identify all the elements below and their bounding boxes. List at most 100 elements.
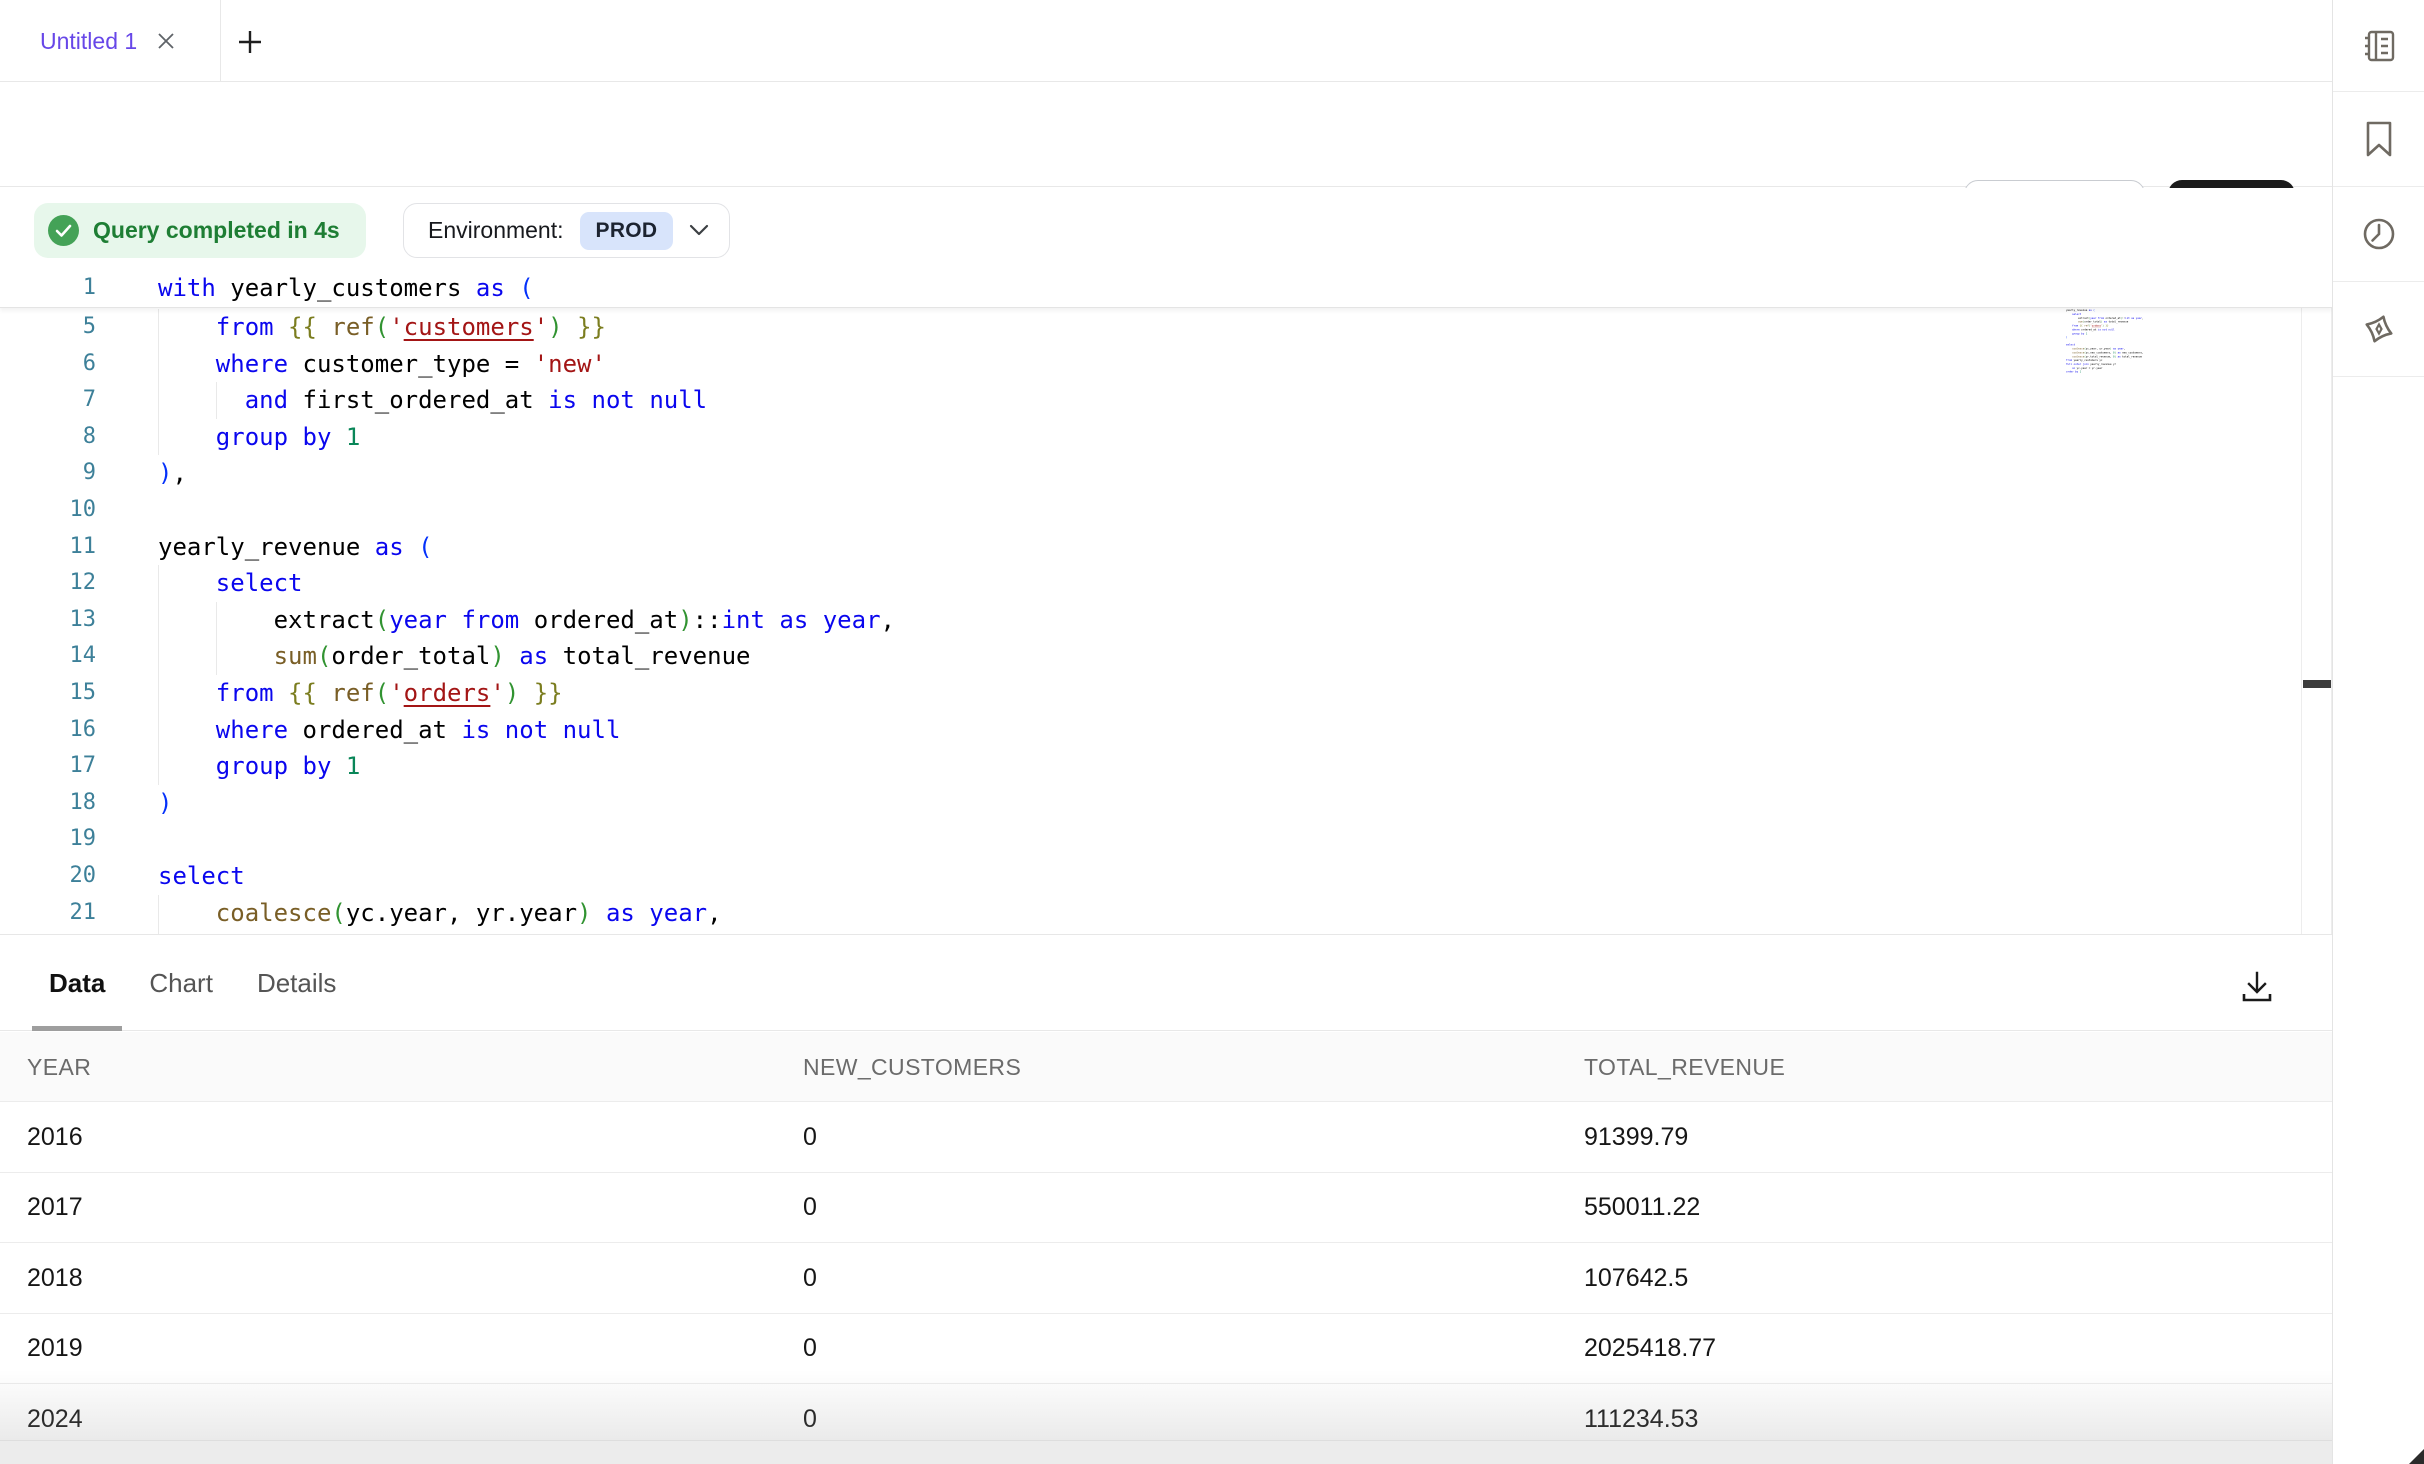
editor-scrollbar-handle[interactable] <box>2303 680 2331 688</box>
line-number: 15 <box>0 675 96 712</box>
line-number: 11 <box>0 529 96 566</box>
main-column: Untitled 1 Develop Run <box>0 0 2332 1464</box>
environment-selector[interactable]: Environment: PROD <box>403 203 730 258</box>
line-number: 12 <box>0 565 96 602</box>
code-line[interactable]: 12 select <box>0 565 2332 602</box>
editor-scrollbar-track[interactable] <box>2301 270 2332 935</box>
code-line[interactable]: 11yearly_revenue as ( <box>0 529 2332 566</box>
code-line[interactable]: 5 from {{ ref('customers') }} <box>0 309 2332 346</box>
line-number: 19 <box>0 821 96 858</box>
environment-value-chip: PROD <box>580 212 674 250</box>
line-number: 14 <box>0 638 96 675</box>
table-cell: 0 <box>803 1173 817 1244</box>
line-number: 22 <box>0 931 96 935</box>
code-line[interactable]: 15 from {{ ref('orders') }} <box>0 675 2332 712</box>
notebook-panel-button[interactable] <box>2333 0 2424 92</box>
line-number: 21 <box>0 895 96 932</box>
results-tab-data[interactable]: Data <box>32 936 122 1031</box>
code-line: order by 1 <box>2066 370 2078 374</box>
code-line[interactable]: 14 sum(order_total) as total_revenue <box>0 638 2332 675</box>
code-line[interactable]: 13 extract(year from ordered_at)::int as… <box>0 602 2332 639</box>
table-horizontal-scrollbar[interactable] <box>0 1440 2332 1464</box>
line-number: 1 <box>0 270 96 307</box>
explore-panel-button[interactable] <box>2333 282 2424 377</box>
code-lines: 5 from {{ ref('customers') }}6 where cus… <box>0 309 2332 935</box>
notebook-icon <box>2359 26 2399 66</box>
history-icon <box>2359 214 2399 254</box>
line-number: 10 <box>0 492 96 529</box>
code-line[interactable]: 9), <box>0 455 2332 492</box>
code-line[interactable]: 7 and first_ordered_at is not null <box>0 382 2332 419</box>
table-cell: 91399.79 <box>1584 1102 1688 1173</box>
table-cell: 2016 <box>27 1102 83 1173</box>
chevron-down-icon <box>689 224 709 237</box>
table-cell: 2024 <box>27 1384 83 1440</box>
table-cell: 0 <box>803 1384 817 1440</box>
line-number: 7 <box>0 382 96 419</box>
window-resize-corner[interactable] <box>2409 1449 2424 1464</box>
table-row: 2016 0 91399.79 <box>0 1102 2332 1173</box>
download-results-icon[interactable] <box>2234 964 2280 1010</box>
line-number: 17 <box>0 748 96 785</box>
column-header: TOTAL_REVENUE <box>1584 1032 1785 1102</box>
results-table-body: 2016091399.7920170550011.2220180107642.5… <box>0 1102 2332 1440</box>
close-tab-icon[interactable] <box>153 28 179 54</box>
table-cell: 550011.22 <box>1584 1173 1700 1244</box>
results-tab-bar: DataChartDetails <box>0 936 2332 1031</box>
table-cell: 2018 <box>27 1243 83 1314</box>
line-number: 8 <box>0 419 96 456</box>
table-row: 2019 0 2025418.77 <box>0 1314 2332 1385</box>
code-line[interactable]: 1with yearly_customers as ( <box>0 270 2332 307</box>
query-status-text: Query completed in 4s <box>93 217 340 244</box>
results-panel: DataChartDetails YEAR NEW_CUSTOMERS TOTAL_… <box>0 936 2332 1464</box>
code-line[interactable]: 22 coalesce(yc.new_customers, 0) as new_… <box>0 931 2332 935</box>
tab-title: Untitled 1 <box>40 28 137 55</box>
results-tab-details[interactable]: Details <box>240 936 353 1031</box>
code-line[interactable]: 21 coalesce(yc.year, yr.year) as year, <box>0 895 2332 932</box>
line-number: 13 <box>0 602 96 639</box>
line-number: 16 <box>0 712 96 749</box>
right-icon-rail <box>2332 0 2424 1464</box>
sticky-scroll-line[interactable]: 1with yearly_customers as ( <box>0 270 2332 308</box>
code-line[interactable]: 20select <box>0 858 2332 895</box>
line-number: 18 <box>0 785 96 822</box>
table-cell: 2017 <box>27 1173 83 1244</box>
table-cell: 2025418.77 <box>1584 1314 1716 1385</box>
table-cell: 0 <box>803 1102 817 1173</box>
table-cell: 107642.5 <box>1584 1243 1688 1314</box>
code-line[interactable]: 6 where customer_type = 'new' <box>0 346 2332 383</box>
code-line[interactable]: 18) <box>0 785 2332 822</box>
sql-code-editor[interactable]: 5 from {{ ref('customers') }}6 where cus… <box>0 270 2332 935</box>
column-header: YEAR <box>27 1032 91 1102</box>
environment-label: Environment: <box>428 217 564 244</box>
table-row: 20180107642.5 <box>0 1243 2332 1314</box>
success-check-icon <box>48 215 79 246</box>
table-cell: 111234.53 <box>1584 1384 1698 1440</box>
line-number: 6 <box>0 346 96 383</box>
code-line[interactable]: 19 <box>0 821 2332 858</box>
table-cell: 0 <box>803 1314 817 1385</box>
editor-minimap[interactable]: with yearly_customers as ( select extrac… <box>2066 270 2184 690</box>
history-panel-button[interactable] <box>2333 187 2424 282</box>
query-status-badge: Query completed in 4s <box>34 203 366 258</box>
code-line[interactable]: 10 <box>0 492 2332 529</box>
table-row: 2024 0 111234.53 <box>0 1384 2332 1440</box>
editor-tab-bar: Untitled 1 <box>0 0 2332 82</box>
explore-icon <box>2358 308 2400 350</box>
bookmark-icon <box>2362 119 2396 159</box>
table-cell: 2019 <box>27 1314 83 1385</box>
results-table-header: YEAR NEW_CUSTOMERS TOTAL_REVENUE <box>0 1032 2332 1102</box>
editor-tab-untitled-1[interactable]: Untitled 1 <box>0 0 221 82</box>
bookmarks-panel-button[interactable] <box>2333 92 2424 187</box>
new-tab-button[interactable] <box>234 26 266 58</box>
code-line[interactable]: 16 where ordered_at is not null <box>0 712 2332 749</box>
query-status-row: Query completed in 4s Environment: PROD <box>0 188 2332 270</box>
code-line[interactable]: 8 group by 1 <box>0 419 2332 456</box>
results-tab-chart[interactable]: Chart <box>132 936 230 1031</box>
line-number: 5 <box>0 309 96 346</box>
code-line[interactable]: 17 group by 1 <box>0 748 2332 785</box>
line-number: 20 <box>0 858 96 895</box>
sql-ide-app: Untitled 1 Develop Run <box>0 0 2424 1464</box>
column-header: NEW_CUSTOMERS <box>803 1032 1021 1102</box>
table-row: 2017 0 550011.22 <box>0 1173 2332 1244</box>
